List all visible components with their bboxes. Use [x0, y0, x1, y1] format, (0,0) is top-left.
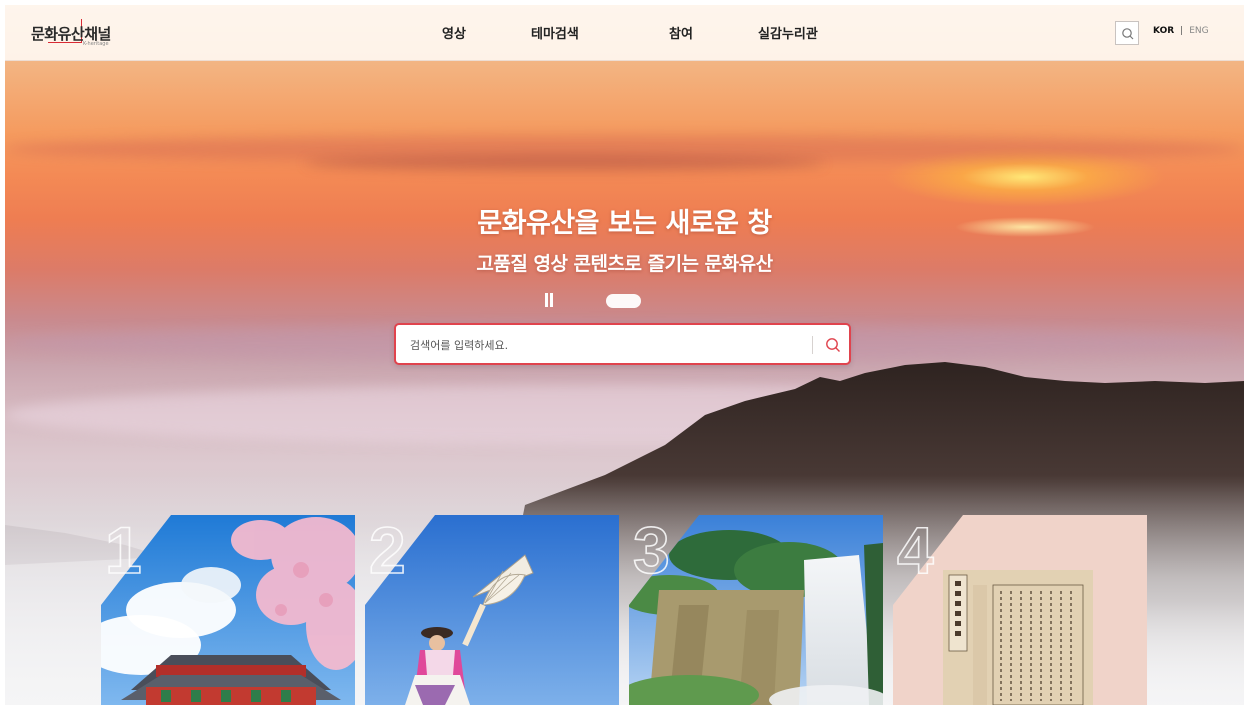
svg-text:4: 4 [897, 515, 934, 587]
nav-item-video[interactable]: 영상 [442, 23, 466, 42]
nav-item-immersive-hall[interactable]: 실감누리관 [758, 23, 818, 42]
hero-subtitle: 고품질 영상 콘텐츠로 즐기는 문화유산 [476, 253, 773, 275]
pause-icon [545, 293, 548, 307]
svg-text:2: 2 [369, 515, 406, 587]
svg-text:3: 3 [633, 515, 670, 587]
search-submit-button[interactable] [822, 334, 844, 356]
feature-card-1[interactable]: 1 [101, 515, 355, 705]
svg-text:1: 1 [105, 515, 142, 587]
nav-item-participation[interactable]: 참여 [669, 23, 693, 42]
card-number-4: 4 [896, 515, 935, 588]
card-number-3: 3 [632, 515, 670, 588]
card-number-1: 1 [104, 515, 142, 588]
feature-card-4[interactable]: 4 [893, 515, 1147, 705]
feature-card-3[interactable]: 3 [629, 515, 883, 705]
page-frame: 문화유산채널 K-heritage 영상 테마검색 참여 실감누리관 KOR | E… [5, 5, 1244, 705]
hero-title: 문화유산을 보는 새로운 창 [477, 208, 772, 239]
search-icon [826, 338, 840, 352]
slider-indicator[interactable] [606, 294, 641, 308]
main-nav: 영상 테마검색 참여 실감누리관 [5, 5, 1244, 61]
feature-card-2[interactable]: 2 [365, 515, 619, 705]
language-switcher: KOR | ENG [1153, 26, 1209, 36]
slider-pause-button[interactable] [543, 293, 555, 307]
search-input[interactable] [410, 335, 800, 355]
card-number-2: 2 [368, 515, 406, 588]
lang-kor[interactable]: KOR [1153, 26, 1174, 36]
nav-item-theme-search[interactable]: 테마검색 [531, 23, 579, 42]
top-header: 문화유산채널 K-heritage 영상 테마검색 참여 실감누리관 KOR | E… [5, 5, 1244, 61]
header-search-button[interactable] [1115, 21, 1139, 45]
lang-separator: | [1180, 26, 1184, 36]
lang-eng[interactable]: ENG [1189, 26, 1208, 36]
main-search-bar [394, 323, 851, 365]
search-icon [1122, 28, 1134, 40]
search-divider [812, 336, 813, 354]
